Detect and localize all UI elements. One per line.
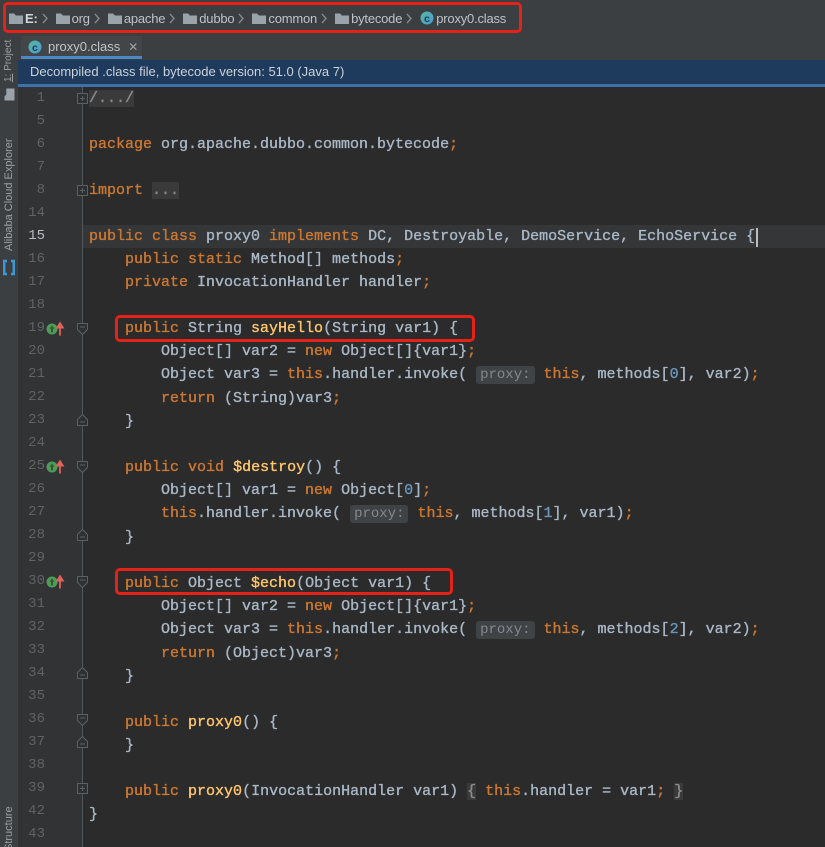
svg-text:c: c — [32, 42, 38, 53]
